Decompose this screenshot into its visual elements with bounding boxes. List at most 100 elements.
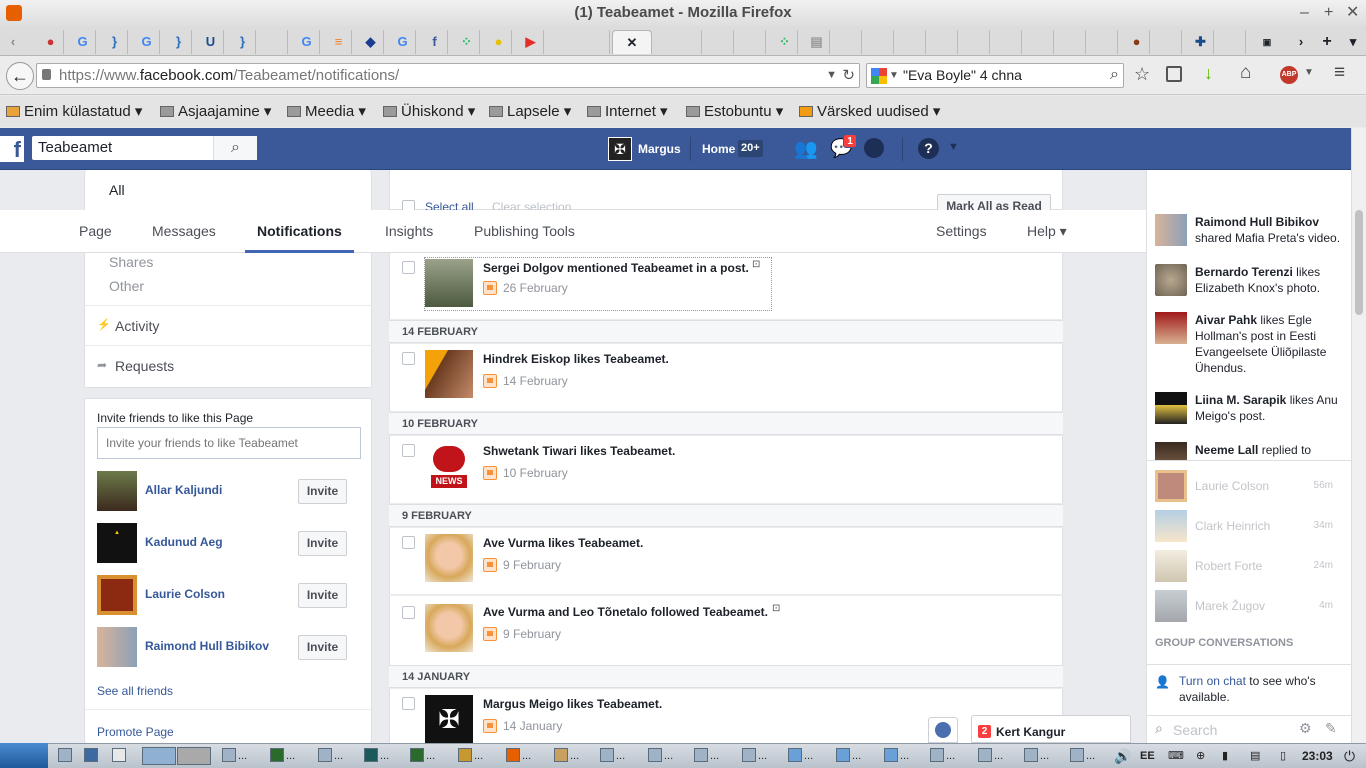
search-icon[interactable]: ⌕: [1110, 63, 1119, 86]
avatar[interactable]: [97, 627, 137, 667]
bookmark-folder[interactable]: Enim külastatud ▾: [6, 96, 142, 127]
minimize-icon[interactable]: –: [1300, 0, 1309, 26]
url-dropdown-icon[interactable]: ▼: [826, 64, 837, 87]
see-all-friends-link[interactable]: See all friends: [97, 684, 173, 698]
list-item[interactable]: Ave Vurma likes Teabeamet. 9 February: [389, 528, 1063, 595]
url-bar[interactable]: https://www.facebook.com/Teabeamet/notif…: [36, 63, 860, 88]
taskbar-window[interactable]: ...: [930, 748, 955, 765]
taskbar-window[interactable]: ...: [410, 748, 435, 765]
facebook-logo-icon[interactable]: f: [0, 136, 24, 162]
tab-blank-6[interactable]: [836, 30, 862, 54]
requests-link[interactable]: Requests: [115, 358, 174, 374]
tab-favicon-3[interactable]: }: [166, 30, 192, 54]
bookmark-folder[interactable]: Estobuntu ▾: [686, 96, 783, 127]
workspace-1[interactable]: [142, 747, 176, 765]
taskbar-window[interactable]: ...: [1070, 748, 1095, 765]
taskbar-window[interactable]: ...: [742, 748, 767, 765]
tab-favicon-1[interactable]: ●: [38, 30, 64, 54]
friend-name-link[interactable]: Laurie Colson: [145, 587, 225, 601]
tab-favicon-8[interactable]: ⁘: [772, 30, 798, 54]
tab-blank-7[interactable]: [868, 30, 894, 54]
tab-favicon-12[interactable]: ▣: [1254, 30, 1280, 54]
taskbar-launcher-icon[interactable]: [112, 748, 128, 765]
search-input[interactable]: "Eva Boyle" 4 chna: [903, 67, 1022, 83]
cpu-monitor-icon[interactable]: ▮: [1222, 748, 1228, 765]
list-item[interactable]: ✠ Margus Meigo likes Teabeamet. 14 Janua…: [389, 689, 1063, 743]
tab-bulb-icon[interactable]: ●: [486, 30, 512, 54]
tab-insights[interactable]: Insights: [385, 210, 433, 253]
tab-settings[interactable]: Settings: [936, 210, 987, 253]
chat-search-input[interactable]: Search: [1173, 722, 1217, 738]
taskbar-window[interactable]: ...: [788, 748, 813, 765]
taskbar-window[interactable]: ...: [836, 748, 861, 765]
bookmark-folder[interactable]: Lapsele ▾: [489, 96, 571, 127]
download-icon[interactable]: ↓: [1204, 63, 1213, 84]
avatar[interactable]: ✠: [425, 695, 473, 743]
tab-favicon-4[interactable]: U: [198, 30, 224, 54]
bookmark-folder[interactable]: Meedia ▾: [287, 96, 366, 127]
tab-list-icon[interactable]: ▾: [1340, 30, 1366, 54]
taskbar-window[interactable]: ...: [270, 748, 295, 765]
list-item[interactable]: Hindrek Eiskop likes Teabeamet. 14 Febru…: [389, 344, 1063, 411]
taskbar-window[interactable]: ...: [554, 748, 579, 765]
chat-settings-gear-icon[interactable]: ⚙: [1299, 720, 1312, 737]
profile-link[interactable]: Margus: [638, 142, 681, 156]
avatar[interactable]: [425, 604, 473, 652]
avatar[interactable]: ✠: [608, 137, 632, 161]
tab-scroll-right-icon[interactable]: ›: [1288, 30, 1314, 54]
avatar[interactable]: [97, 471, 137, 511]
friend-name-link[interactable]: Allar Kaljundi: [145, 483, 222, 497]
tab-favicon-11[interactable]: ✚: [1188, 30, 1214, 54]
tab-blank-4[interactable]: [708, 30, 734, 54]
chat-contact[interactable]: Laurie Colson 56m: [1155, 470, 1345, 502]
friend-name-link[interactable]: Kadunud Aeg: [145, 535, 223, 549]
account-dropdown-icon[interactable]: ▼: [948, 141, 959, 153]
keyboard-icon[interactable]: ⌨: [1168, 748, 1184, 765]
tab-favicon-9[interactable]: ▤: [804, 30, 830, 54]
engine-dropdown-icon[interactable]: ▼: [889, 64, 899, 87]
tab-favicon-6[interactable]: ◆: [358, 30, 384, 54]
avatar[interactable]: [97, 575, 137, 615]
tab-google-2[interactable]: G: [134, 30, 160, 54]
tab-favicon-10[interactable]: ●: [1124, 30, 1150, 54]
notification-text[interactable]: Shwetank Tiwari likes Teabeamet.: [483, 444, 675, 458]
tab-blank-2[interactable]: [552, 30, 610, 54]
tab-messages[interactable]: Messages: [152, 210, 216, 253]
ticker-item[interactable]: Neeme Lall replied to: [1155, 442, 1345, 460]
tab-blank-12[interactable]: [1028, 30, 1054, 54]
tab-blank-5[interactable]: [740, 30, 766, 54]
notification-text[interactable]: Margus Meigo likes Teabeamet.: [483, 697, 662, 711]
menu-icon[interactable]: ≡: [1334, 62, 1345, 84]
notification-text[interactable]: Hindrek Eiskop likes Teabeamet.: [483, 352, 669, 366]
tab-blank-14[interactable]: [1092, 30, 1118, 54]
bookmark-folder[interactable]: Värsked uudised ▾: [799, 96, 940, 127]
notes-icon[interactable]: ▤: [1250, 748, 1260, 765]
bookmark-star-icon[interactable]: ☆: [1134, 64, 1150, 85]
invite-button[interactable]: Invite: [298, 635, 347, 660]
notification-checkbox[interactable]: [402, 261, 415, 274]
adblock-dropdown-icon[interactable]: ▼: [1304, 67, 1314, 78]
home-icon[interactable]: ⌂: [1240, 62, 1251, 84]
start-menu-button[interactable]: [0, 743, 48, 768]
list-item[interactable]: Sergei Dolgov mentioned Teabeamet in a p…: [389, 253, 1063, 319]
tab-help[interactable]: Help ▾: [1027, 210, 1067, 253]
scrollbar-thumb[interactable]: [1355, 210, 1363, 315]
tab-favicon-7[interactable]: ⁘: [454, 30, 480, 54]
reading-list-icon[interactable]: [1166, 66, 1182, 82]
chat-contact[interactable]: Clark Heinrich 34m: [1155, 510, 1345, 542]
volume-icon[interactable]: 🔊: [1114, 748, 1131, 765]
tab-blank-16[interactable]: [1220, 30, 1246, 54]
taskbar-launcher-icon[interactable]: [58, 748, 74, 765]
taskbar-window-firefox[interactable]: ...: [506, 748, 531, 765]
invite-friends-input[interactable]: [97, 427, 361, 459]
list-item[interactable]: NEWS Shwetank Tiwari likes Teabeamet. 10…: [389, 436, 1063, 503]
avatar[interactable]: [425, 259, 473, 307]
chat-popup-tab[interactable]: 2 Kert Kangur: [971, 715, 1131, 743]
taskbar-window[interactable]: ...: [222, 748, 247, 765]
tab-notifications[interactable]: Notifications: [245, 210, 354, 253]
invite-button[interactable]: Invite: [298, 531, 347, 556]
clock[interactable]: 23:03: [1302, 748, 1333, 765]
friend-name-link[interactable]: Raimond Hull Bibikov: [145, 639, 269, 653]
tab-favicon-2[interactable]: }: [102, 30, 128, 54]
tab-blank-8[interactable]: [900, 30, 926, 54]
